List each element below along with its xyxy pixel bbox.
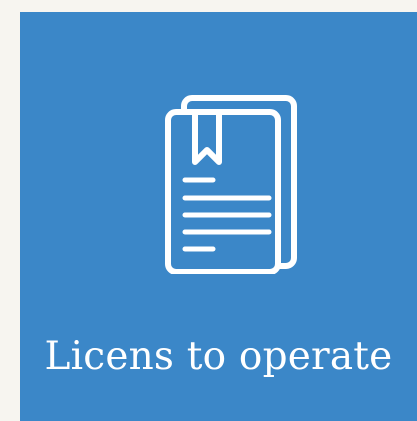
tile-label: Licens to operate [44,334,393,379]
license-tile[interactable]: Licens to operate [20,12,417,421]
document-icon [165,95,297,274]
